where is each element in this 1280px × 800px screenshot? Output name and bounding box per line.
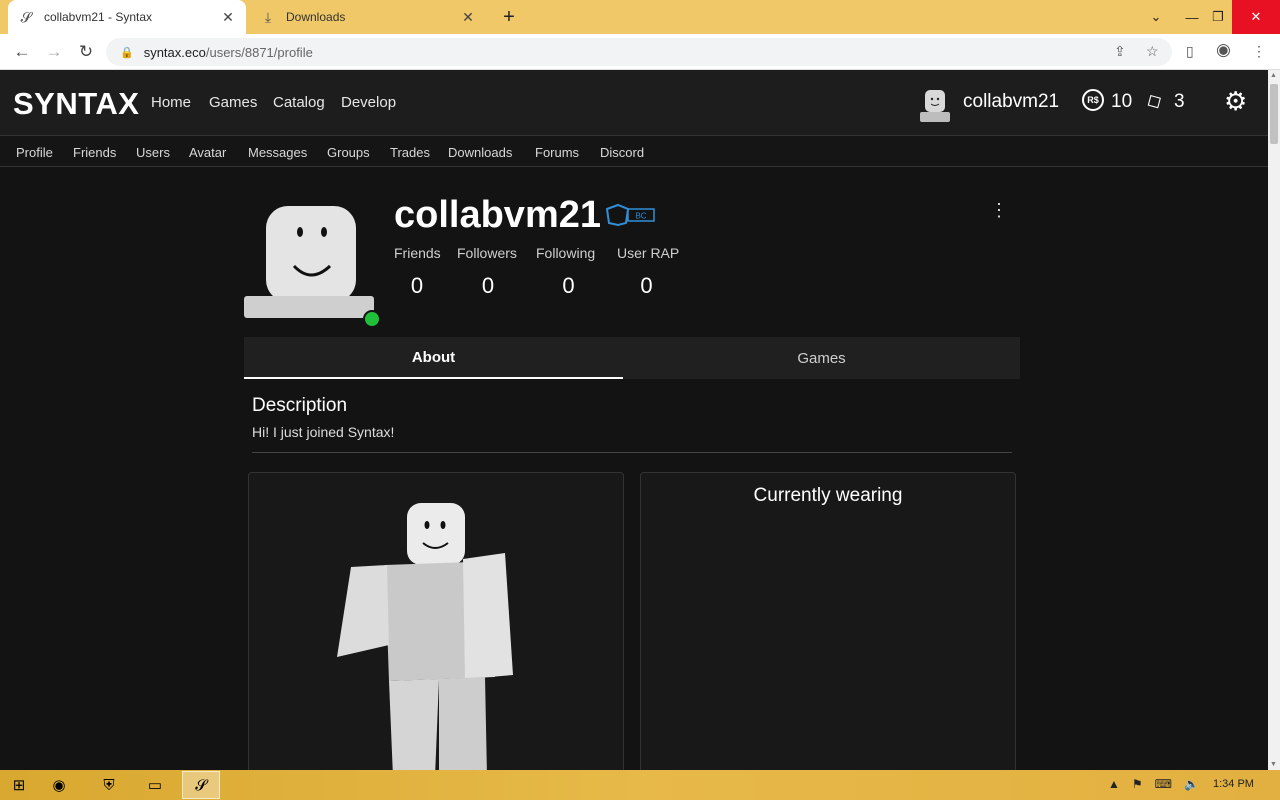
- browser-toolbar: ← → ↻ 🔒 syntax.eco/users/8871/profile ⇪ …: [0, 34, 1280, 70]
- stat-label-followers: Followers: [457, 245, 517, 261]
- badge-text: BC: [635, 212, 646, 221]
- ticket-balance: 3: [1174, 91, 1185, 112]
- stat-value-friends[interactable]: 0: [394, 273, 440, 299]
- browser-tab-active[interactable]: 𝓢 collabvm21 - Syntax ✕: [8, 0, 246, 34]
- back-arrow-icon[interactable]: ←: [10, 40, 34, 64]
- reload-icon[interactable]: ↻: [74, 40, 98, 64]
- security-shield-icon[interactable]: ⛨: [90, 771, 128, 799]
- divider: [252, 452, 1012, 453]
- chrome-icon[interactable]: ◉: [40, 771, 78, 799]
- address-bar[interactable]: 🔒 syntax.eco/users/8871/profile: [106, 38, 1172, 66]
- description-text: Hi! I just joined Syntax!: [252, 424, 395, 440]
- show-hidden-icons-icon[interactable]: ▲: [1108, 777, 1120, 791]
- tab-about[interactable]: About: [244, 337, 623, 379]
- nav-develop[interactable]: Develop: [341, 94, 396, 111]
- ticket-icon: ◇: [1141, 87, 1167, 115]
- chevron-down-icon[interactable]: ⌄: [1136, 0, 1176, 34]
- taskbar-clock[interactable]: 1:34 PM: [1213, 778, 1254, 790]
- subnav-downloads[interactable]: Downloads: [448, 145, 512, 160]
- windows-start-icon[interactable]: ⊞: [0, 771, 38, 799]
- syntax-app-icon[interactable]: 𝓢: [182, 771, 220, 799]
- currently-wearing-card: Currently wearing: [640, 472, 1016, 770]
- nav-catalog[interactable]: Catalog: [273, 94, 325, 111]
- tab-games[interactable]: Games: [623, 337, 1020, 379]
- action-center-icon[interactable]: ⚑: [1132, 777, 1143, 791]
- download-icon: ⤓: [264, 8, 272, 25]
- profile-avatar: [244, 202, 374, 324]
- site-logo[interactable]: SYNTAX: [13, 86, 139, 122]
- subnav-trades[interactable]: Trades: [390, 145, 430, 160]
- stat-value-rap: 0: [640, 273, 653, 298]
- url-path: /users/8871/profile: [205, 44, 313, 60]
- stat-label-friends: Friends: [394, 245, 441, 261]
- more-options-icon[interactable]: ⋮: [990, 200, 1008, 221]
- online-status-indicator: [363, 310, 381, 328]
- new-tab-button[interactable]: +: [498, 6, 520, 28]
- stat-label-following: Following: [536, 245, 596, 261]
- subnav-avatar[interactable]: Avatar: [189, 145, 226, 160]
- menu-icon[interactable]: ⋮: [1252, 43, 1266, 60]
- currently-wearing-heading: Currently wearing: [753, 485, 903, 506]
- url-host: syntax.eco: [143, 44, 206, 60]
- close-tab-icon[interactable]: ✕: [220, 9, 236, 26]
- subnav-discord[interactable]: Discord: [600, 145, 644, 160]
- browser-tab-bar: 𝓢 collabvm21 - Syntax ✕ ⤓ Downloads ✕ + …: [0, 0, 1280, 34]
- robux-icon: R$: [1082, 89, 1104, 111]
- page-scrollbar[interactable]: ▲ ▼: [1268, 70, 1280, 770]
- tab-title: Downloads: [286, 10, 346, 24]
- header-username[interactable]: collabvm21: [963, 91, 1059, 113]
- robux-balance: 10: [1111, 91, 1133, 112]
- subnav-groups[interactable]: Groups: [327, 145, 370, 160]
- windows-taskbar: ⊞ ◉ ⛨ ▭ 𝓢 ▲ ⚑ ⌨ 🔈 1:34 PM: [0, 770, 1280, 800]
- tab-title: collabvm21 - Syntax: [44, 10, 153, 24]
- description-heading: Description: [252, 395, 348, 416]
- syntax-favicon-icon: 𝓢: [20, 8, 32, 25]
- profile-username: collabvm21: [394, 194, 601, 236]
- scroll-thumb[interactable]: [1270, 84, 1278, 144]
- gear-icon[interactable]: ⚙: [1224, 86, 1247, 117]
- lock-icon: 🔒: [120, 46, 134, 59]
- network-icon[interactable]: ⌨: [1155, 777, 1172, 791]
- forward-arrow-icon[interactable]: →: [42, 40, 66, 64]
- volume-muted-icon[interactable]: 🔈: [1184, 777, 1199, 791]
- stat-label-rap: User RAP: [617, 245, 680, 261]
- user-avatar-icon[interactable]: [920, 88, 950, 122]
- nav-home[interactable]: Home: [151, 94, 191, 111]
- close-tab-icon[interactable]: ✕: [460, 9, 476, 26]
- scroll-down-icon[interactable]: ▼: [1270, 761, 1277, 768]
- side-panel-icon[interactable]: ▯: [1186, 43, 1194, 60]
- sub-navigation: Profile Friends Users Avatar Messages Gr…: [0, 136, 1268, 167]
- star-icon[interactable]: ☆: [1146, 43, 1159, 60]
- scroll-up-icon[interactable]: ▲: [1270, 72, 1277, 79]
- subnav-users[interactable]: Users: [136, 145, 170, 160]
- avatar-preview-card: [248, 472, 624, 770]
- builders-club-badge: BC: [605, 203, 655, 227]
- subnav-friends[interactable]: Friends: [73, 145, 116, 160]
- stat-value-following[interactable]: 0: [536, 273, 601, 299]
- site-header: SYNTAX Home Games Catalog Develop collab…: [0, 70, 1268, 136]
- browser-tab-downloads[interactable]: ⤓ Downloads ✕: [250, 0, 486, 34]
- subnav-profile[interactable]: Profile: [16, 145, 53, 160]
- subnav-forums[interactable]: Forums: [535, 145, 579, 160]
- site-viewport: SYNTAX Home Games Catalog Develop collab…: [0, 70, 1268, 770]
- stat-value-followers[interactable]: 0: [457, 273, 519, 299]
- avatar-3d-render: [337, 503, 513, 770]
- profile-tabs: About Games: [244, 337, 1020, 379]
- profile-icon[interactable]: ◉: [1216, 40, 1231, 60]
- share-icon[interactable]: ⇪: [1114, 43, 1126, 60]
- nav-games[interactable]: Games: [209, 94, 257, 111]
- file-explorer-icon[interactable]: ▭: [136, 771, 174, 799]
- subnav-messages[interactable]: Messages: [248, 145, 307, 160]
- window-close-button[interactable]: ✕: [1232, 0, 1280, 34]
- system-tray: ▲ ⚑ ⌨ 🔈: [1108, 777, 1199, 791]
